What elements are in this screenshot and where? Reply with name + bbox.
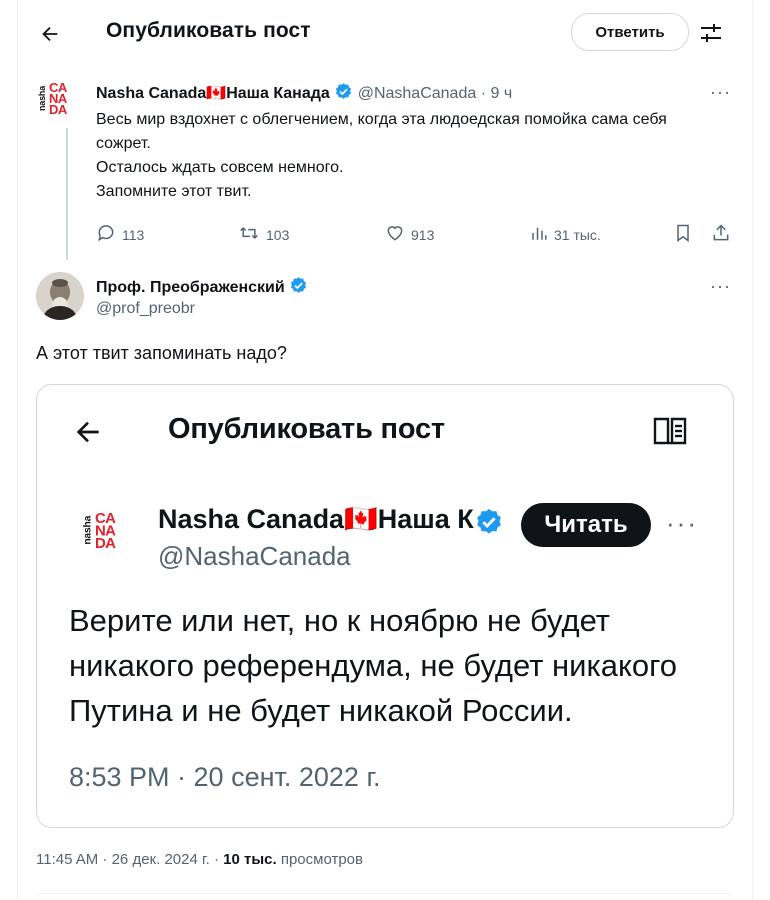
tweet1-handle[interactable]: @NashaCanada xyxy=(358,85,477,102)
card-back-arrow-icon xyxy=(72,416,106,450)
logo-da: DA xyxy=(49,102,67,117)
card-line: Путина и не будет никакой России. xyxy=(69,693,573,728)
heart-icon xyxy=(385,223,405,246)
like-count: 913 xyxy=(411,226,435,243)
canada-flag-icon: 🇨🇦 xyxy=(206,85,227,102)
reply-action[interactable]: 113 xyxy=(96,223,144,246)
post-meta: 11:45 AM · 26 дек. 2024 г. · 10 тыс. про… xyxy=(36,851,363,868)
tweet1-line: Осталось ждать совсем немного. xyxy=(96,159,344,176)
reader-mode-icon xyxy=(653,416,687,450)
card-name-latin: Nasha Canada xyxy=(158,504,345,534)
more-options-icon[interactable]: ··· xyxy=(710,276,731,297)
post-timestamp[interactable]: 11:45 AM · 26 дек. 2024 г. · xyxy=(36,851,219,868)
repost-count: 103 xyxy=(266,226,290,243)
tweet1-line: Весь мир вздохнет с облегчением, когда э… xyxy=(96,111,667,152)
card-line: Верите или нет, но к ноябрю не будет xyxy=(69,603,611,638)
back-arrow-icon[interactable] xyxy=(32,16,68,52)
bookmark-icon[interactable] xyxy=(673,223,693,248)
verified-badge-icon xyxy=(334,82,353,106)
card-more-icon: ··· xyxy=(666,508,698,538)
tweet1-header: Nasha Canada🇨🇦Наша Канада @NashaCanada ·… xyxy=(96,82,512,106)
logo-nasha-text: nasha xyxy=(37,86,47,112)
card-line: никакого референдума, не будет никакого xyxy=(69,648,677,683)
tweet1-display-name-ru[interactable]: Наша Канада xyxy=(226,85,330,102)
share-icon[interactable] xyxy=(711,223,731,248)
canada-flag-icon: 🇨🇦 xyxy=(344,504,378,534)
tweet1-time[interactable]: · 9 ч xyxy=(481,85,512,102)
analytics-icon xyxy=(530,223,548,246)
thread-connector-line xyxy=(66,128,68,260)
card-timestamp: 8:53 PM · 20 сент. 2022 г. xyxy=(69,762,381,792)
card-verified-badge-icon xyxy=(474,507,504,542)
like-action[interactable]: 913 xyxy=(385,223,434,246)
logo-nasha-text: nasha xyxy=(81,515,93,545)
card-name-ru: Наша К xyxy=(377,504,474,534)
column-border-left xyxy=(17,0,18,900)
tweet1-text: Весь мир вздохнет с облегчением, когда э… xyxy=(96,108,706,204)
card-handle: @NashaCanada xyxy=(158,541,351,571)
views-action[interactable]: 31 тыс. xyxy=(530,223,601,246)
avatar[interactable] xyxy=(36,272,84,320)
tweet1-display-name[interactable]: Nasha Canada xyxy=(96,85,206,102)
adjust-settings-icon[interactable] xyxy=(698,20,724,46)
tweet1-line: Запомните этот твит. xyxy=(96,183,252,200)
logo-da: DA xyxy=(94,534,116,552)
repost-icon xyxy=(238,223,260,246)
nasha-canada-logo[interactable]: nasha CA NA DA xyxy=(36,80,82,126)
post-view-label: просмотров xyxy=(280,851,363,868)
views-count: 31 тыс. xyxy=(554,226,601,243)
card-tweet-text: Верите или нет, но к ноябрю не будет ник… xyxy=(69,598,709,733)
card-display-name: Nasha Canada🇨🇦Наша К xyxy=(158,503,502,535)
post-view-count: 10 тыс. xyxy=(223,851,277,868)
tweet2-text: А этот твит запоминать надо? xyxy=(36,343,287,363)
page-title: Опубликовать пост xyxy=(106,19,311,42)
tweet2-header: Проф. Преображенский xyxy=(96,276,308,300)
card-nasha-canada-logo: nasha CA NA DA xyxy=(80,509,133,562)
card-title: Опубликовать пост xyxy=(168,413,445,445)
column-border-right xyxy=(752,0,753,900)
tweet2-display-name[interactable]: Проф. Преображенский xyxy=(96,279,285,296)
reply-count: 113 xyxy=(122,226,145,243)
repost-action[interactable]: 103 xyxy=(238,223,289,246)
divider xyxy=(36,893,732,894)
reply-button[interactable]: Ответить xyxy=(571,13,689,51)
tweet2-handle[interactable]: @prof_preobr xyxy=(96,300,195,318)
more-options-icon[interactable]: ··· xyxy=(710,82,731,103)
card-read-button: Читать xyxy=(521,503,651,547)
reply-icon xyxy=(96,223,116,246)
verified-badge-icon xyxy=(289,276,308,300)
